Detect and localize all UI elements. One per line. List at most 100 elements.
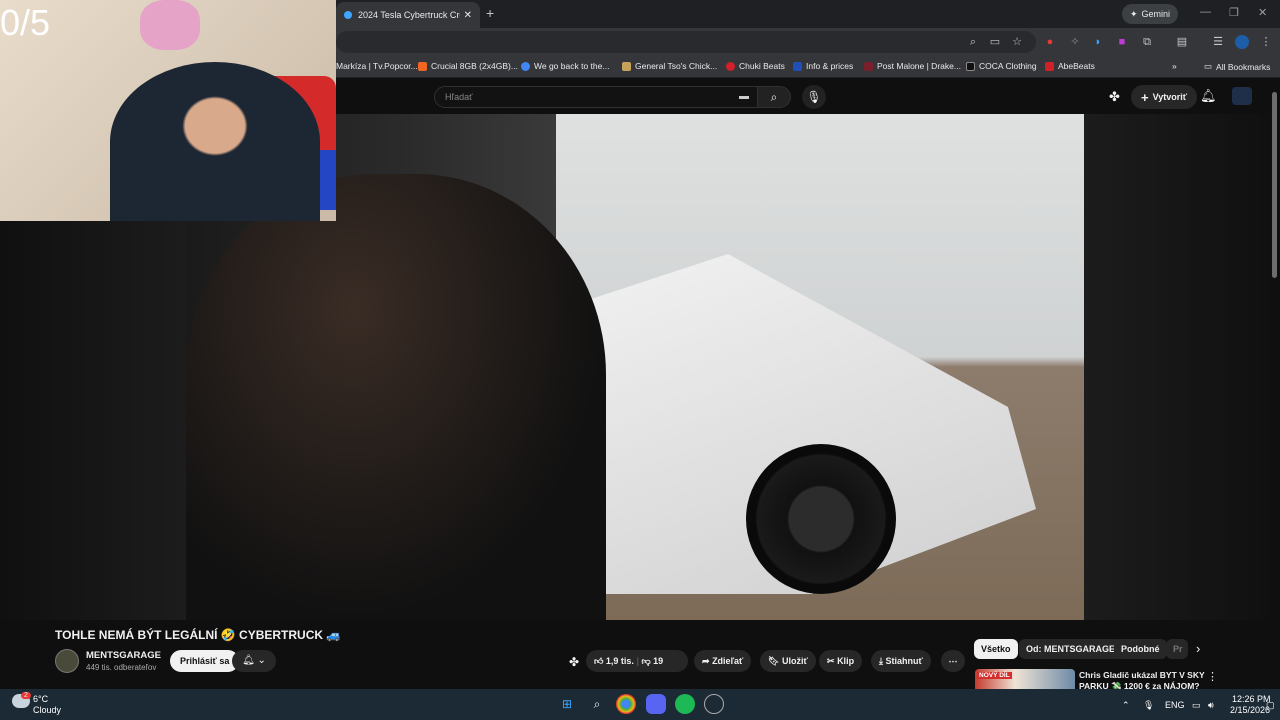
close-window-icon[interactable]: ✕: [1258, 6, 1267, 19]
gemini-sparkle-icon: ✦: [1130, 8, 1138, 19]
cast-icon[interactable]: ▭: [988, 35, 1002, 49]
clock-time[interactable]: 12:26 PM: [1232, 694, 1271, 704]
chrome-taskbar-icon[interactable]: [616, 694, 636, 714]
chip-partial[interactable]: Pr: [1166, 639, 1188, 659]
share-button[interactable]: ➦ Zdieľať: [694, 650, 752, 672]
webcam-counter: 0/5: [0, 2, 51, 43]
bookmark-favicon-icon: [966, 61, 975, 71]
account-avatar[interactable]: [1232, 87, 1252, 105]
chip-from-channel[interactable]: Od: MENTSGARAGE: [1019, 639, 1122, 659]
bookmark-item[interactable]: Info & prices: [793, 61, 853, 71]
chevron-down-icon: ⌄: [257, 655, 266, 666]
zoom-icon[interactable]: ⌕: [966, 35, 980, 49]
notifications-tray-icon[interactable]: ▢: [1266, 700, 1275, 711]
bookmark-item[interactable]: We go back to the...: [521, 61, 609, 71]
bookmarks-overflow-icon[interactable]: »: [1172, 61, 1177, 71]
chip-related[interactable]: Podobné: [1114, 639, 1167, 659]
tray-overflow-icon[interactable]: ⌃: [1122, 700, 1130, 711]
bookmark-favicon-icon: [521, 61, 530, 71]
profile-avatar[interactable]: [1235, 35, 1249, 49]
extension-gray-icon[interactable]: ✧: [1068, 35, 1082, 49]
bookmark-item[interactable]: Chuki Beats: [726, 61, 785, 71]
bookmark-star-icon[interactable]: ☆: [1010, 35, 1024, 49]
restore-icon[interactable]: ❐: [1229, 6, 1239, 19]
all-bookmarks-button[interactable]: ▭ All Bookmarks: [1204, 61, 1270, 72]
create-button[interactable]: + Vytvoriť: [1131, 85, 1198, 109]
voice-search-button[interactable]: 🎙: [802, 85, 826, 109]
side-panel-icon[interactable]: ▤: [1175, 35, 1189, 49]
chevron-right-icon[interactable]: ›: [1196, 641, 1200, 656]
bookmark-favicon-icon: [726, 61, 735, 71]
like-dislike-group: 👍︎ 1,9 tis. | 👎︎ 19: [586, 650, 688, 672]
subscriber-count: 449 tis. odberateľov: [86, 663, 157, 672]
gemini-sparkle-icon[interactable]: ✤: [1109, 89, 1120, 105]
more-actions-button[interactable]: ⋯: [941, 650, 965, 672]
spotify-taskbar-icon[interactable]: [675, 694, 695, 714]
plus-icon: +: [1141, 89, 1149, 105]
bookmark-item[interactable]: Crucial 8GB (2x4GB)...: [418, 61, 518, 71]
recommendation-title[interactable]: Chris Gladič ukázal BYT V SKY PARKU 💸 12…: [1079, 670, 1205, 690]
search-input[interactable]: Hľadať ▬: [434, 86, 758, 108]
channel-name[interactable]: MENTSGARAGE: [86, 650, 161, 661]
bookmark-item[interactable]: COCA Clothing: [966, 61, 1037, 71]
save-button[interactable]: 🔖︎ Uložiť: [760, 650, 816, 672]
page-scrollbar[interactable]: [1272, 92, 1277, 278]
tab-favicon-icon: [344, 11, 352, 19]
network-icon[interactable]: ▭: [1192, 700, 1201, 711]
bookmark-item[interactable]: Markíza | Tv.Popcor...: [336, 61, 418, 71]
bookmark-favicon-icon: [793, 61, 802, 71]
keyboard-icon[interactable]: ▬: [739, 91, 749, 102]
webcam-overlay: 0/5: [0, 0, 336, 221]
video-letterbox-right: [1084, 114, 1270, 620]
address-bar[interactable]: [336, 31, 1036, 53]
like-button[interactable]: 👍︎ 1,9 tis.: [594, 656, 634, 666]
bookmark-item[interactable]: Post Malone | Drake...: [864, 61, 961, 71]
channel-avatar[interactable]: [55, 649, 79, 673]
dislike-button[interactable]: 👎︎ 19: [641, 656, 663, 666]
extension-red-icon[interactable]: ●: [1043, 35, 1057, 49]
clip-button[interactable]: ✂ Klip: [819, 650, 863, 672]
chip-all[interactable]: Všetko: [974, 639, 1018, 659]
recommendation-menu-icon[interactable]: ⋮: [1207, 670, 1218, 683]
create-label: Vytvoriť: [1152, 92, 1188, 102]
close-tab-icon[interactable]: ✕: [464, 10, 472, 21]
discord-taskbar-icon[interactable]: [646, 694, 666, 714]
recommendation-badge: NOVÝ DÍL: [977, 672, 1012, 679]
browser-tab[interactable]: 2024 Tesla Cybertruck Crew Cab ✕: [336, 2, 480, 28]
microphone-tray-icon[interactable]: 🎙: [1143, 700, 1154, 711]
bookmark-item[interactable]: General Tso's Chick...: [622, 61, 717, 71]
windows-start-icon[interactable]: ⊞: [557, 694, 577, 714]
gemini-label: Gemini: [1141, 9, 1171, 19]
clock-date[interactable]: 2/15/2026: [1230, 705, 1270, 715]
recommendation-thumbnail[interactable]: NOVÝ DÍL: [975, 669, 1075, 689]
search-button[interactable]: ⌕: [757, 86, 791, 108]
obs-taskbar-icon[interactable]: [704, 694, 724, 714]
weather-temperature: 6°C: [33, 694, 49, 704]
reading-list-icon[interactable]: ☰: [1211, 35, 1225, 49]
subscribe-button[interactable]: Prihlásiť sa: [170, 650, 240, 672]
video-title: TOHLE NEMÁ BÝT LEGÁLNÍ 🤣 CYBERTRUCK 🚙: [55, 628, 342, 642]
windows-taskbar: 2 6°C Cloudy ⊞ ⌕ ⌃ 🎙 ENG ▭ 🔊︎ 12:26 PM 2…: [0, 689, 1280, 720]
video-letterbox-left: [0, 221, 186, 620]
bell-icon: 🔔︎: [242, 655, 255, 666]
new-tab-button[interactable]: +: [486, 5, 494, 21]
like-count: 1,9 tis.: [605, 656, 634, 666]
language-indicator[interactable]: ENG: [1165, 700, 1185, 710]
notification-preferences-button[interactable]: 🔔︎ ⌄: [232, 650, 276, 672]
extension-purple-icon[interactable]: ■: [1115, 35, 1129, 49]
bookmark-favicon-icon: [418, 61, 427, 71]
video-scene-person: [186, 174, 606, 620]
download-button[interactable]: ⤓ Stiahnuť: [871, 650, 931, 672]
chrome-menu-icon[interactable]: ⋮: [1259, 35, 1273, 49]
gemini-button[interactable]: ✦ Gemini: [1122, 4, 1179, 24]
bookmark-favicon-icon: [1045, 61, 1054, 71]
volume-icon[interactable]: 🔊︎: [1208, 700, 1214, 711]
download-icon: ⤓: [879, 656, 883, 666]
bookmark-item[interactable]: AbeBeats: [1045, 61, 1095, 71]
notifications-bell-icon[interactable]: 🔔︎: [1200, 88, 1217, 104]
minimize-icon[interactable]: —: [1200, 6, 1211, 18]
extensions-puzzle-icon[interactable]: ⧉: [1140, 35, 1154, 49]
extension-blue-icon[interactable]: ◗: [1091, 35, 1105, 49]
ask-ai-sparkle-icon[interactable]: ✤: [569, 655, 579, 669]
search-icon[interactable]: ⌕: [587, 694, 607, 714]
